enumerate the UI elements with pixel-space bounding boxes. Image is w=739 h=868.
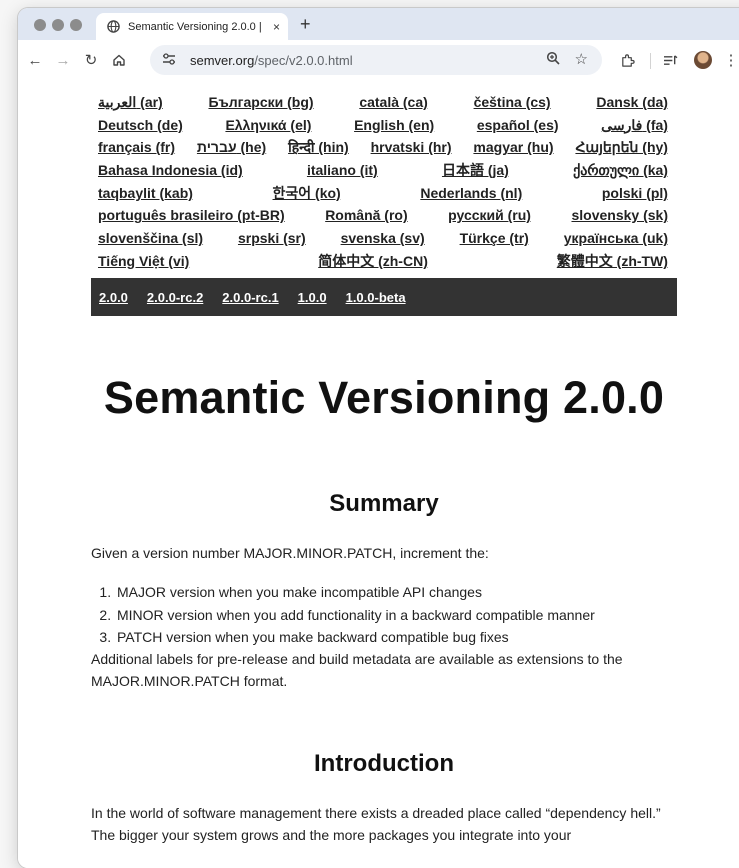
summary-intro: Given a version number MAJOR.MINOR.PATCH… xyxy=(91,545,489,561)
language-link[interactable]: русский (ru) xyxy=(448,205,531,228)
language-link[interactable]: Bahasa Indonesia (id) xyxy=(98,160,243,183)
close-window-button[interactable] xyxy=(34,19,46,31)
language-link[interactable]: Ελληνικά (el) xyxy=(225,115,311,138)
language-link[interactable]: magyar (hu) xyxy=(473,137,553,160)
language-link[interactable]: 한국어 (ko) xyxy=(273,183,341,206)
language-link[interactable]: català (ca) xyxy=(359,92,427,115)
language-link[interactable]: 繁體中文 (zh-TW) xyxy=(557,251,668,274)
reading-list-icon[interactable] xyxy=(659,49,681,71)
language-link[interactable]: français (fr) xyxy=(98,137,175,160)
bookmark-star-icon[interactable]: ☆ xyxy=(575,50,588,68)
language-row: Bahasa Indonesia (id) italiano (it) 日本語 (j… xyxy=(98,160,668,183)
summary-item-major: MAJOR version when you make incompatible… xyxy=(115,581,695,604)
more-menu-icon[interactable]: ⋮ xyxy=(720,49,739,71)
language-link[interactable]: slovenščina (sl) xyxy=(98,228,203,251)
summary-list: MAJOR version when you make incompatible… xyxy=(91,581,695,649)
language-row: Tiếng Việt (vi) 简体中文 (zh-CN) 繁體中文 (zh-TW) xyxy=(98,251,668,274)
globe-icon xyxy=(106,20,120,34)
browser-window: Semantic Versioning 2.0.0 | S × + ⌄ ← → … xyxy=(18,8,739,868)
language-link[interactable]: Tiếng Việt (vi) xyxy=(98,251,189,274)
profile-avatar[interactable] xyxy=(694,51,712,69)
version-link[interactable]: 2.0.0-rc.2 xyxy=(147,290,203,305)
language-row: français (fr) עברית (he) हिन्दी (hin) hrvat… xyxy=(98,137,668,160)
tab-strip: Semantic Versioning 2.0.0 | S × + ⌄ xyxy=(18,8,739,40)
introduction-heading: Introduction xyxy=(314,750,454,777)
reload-icon[interactable]: ↻ xyxy=(80,49,102,71)
page-content: العربية (ar) Български (bg) català (ca) češ… xyxy=(18,80,739,868)
version-link[interactable]: 1.0.0 xyxy=(298,290,327,305)
tab-close-icon[interactable]: × xyxy=(273,20,280,34)
language-link[interactable]: čeština (cs) xyxy=(474,92,551,115)
language-link[interactable]: Български (bg) xyxy=(208,92,313,115)
language-link[interactable]: ქართული (ka) xyxy=(573,160,668,183)
summary-extra: Additional labels for pre-release and bu… xyxy=(91,651,623,689)
language-link[interactable]: Հայերեն (hy) xyxy=(575,137,668,160)
language-link[interactable]: العربية (ar) xyxy=(98,92,163,115)
forward-arrow-icon[interactable]: → xyxy=(52,49,74,71)
language-row: português brasileiro (pt-BR) Română (ro) р… xyxy=(98,205,668,228)
version-link[interactable]: 2.0.0 xyxy=(99,290,128,305)
extensions-puzzle-icon[interactable] xyxy=(616,49,638,71)
language-link[interactable]: Deutsch (de) xyxy=(98,115,183,138)
language-row: Deutsch (de) Ελληνικά (el) English (en) esp… xyxy=(98,115,668,138)
language-link[interactable]: slovensky (sk) xyxy=(571,205,668,228)
new-tab-button[interactable]: + xyxy=(300,14,311,35)
page-title: Semantic Versioning 2.0.0 xyxy=(103,372,665,423)
language-link[interactable]: italiano (it) xyxy=(307,160,378,183)
zoom-icon[interactable] xyxy=(546,51,560,68)
language-link[interactable]: português brasileiro (pt-BR) xyxy=(98,205,285,228)
url-path: /spec/v2.0.0.html xyxy=(254,52,353,68)
address-bar[interactable]: semver.org/spec/v2.0.0.html ☆ xyxy=(150,45,602,75)
maximize-window-button[interactable] xyxy=(70,19,82,31)
active-tab[interactable]: Semantic Versioning 2.0.0 | S × xyxy=(96,13,288,40)
language-link[interactable]: فارسی (fa) xyxy=(601,115,668,138)
language-row: العربية (ar) Български (bg) català (ca) češ… xyxy=(98,92,668,115)
url-host: semver.org xyxy=(190,52,255,68)
language-link[interactable]: polski (pl) xyxy=(602,183,668,206)
language-links: العربية (ar) Български (bg) català (ca) češ… xyxy=(98,92,668,274)
language-link[interactable]: हिन्दी (hin) xyxy=(288,137,349,160)
url-text[interactable]: semver.org/spec/v2.0.0.html xyxy=(190,53,353,68)
language-link[interactable]: srpski (sr) xyxy=(238,228,306,251)
home-icon[interactable] xyxy=(108,49,130,71)
version-bar: 2.0.0 2.0.0-rc.2 2.0.0-rc.1 1.0.0 1.0.0-beta xyxy=(91,278,677,316)
summary-item-patch: PATCH version when you make backward com… xyxy=(115,626,695,649)
summary-item-minor: MINOR version when you add functionality… xyxy=(115,604,695,627)
language-link[interactable]: Nederlands (nl) xyxy=(420,183,522,206)
language-link[interactable]: hrvatski (hr) xyxy=(371,137,452,160)
language-link[interactable]: Română (ro) xyxy=(325,205,407,228)
version-link[interactable]: 1.0.0-beta xyxy=(346,290,406,305)
language-link[interactable]: English (en) xyxy=(354,115,434,138)
language-link[interactable]: українська (uk) xyxy=(564,228,668,251)
language-row: taqbaylit (kab) 한국어 (ko) Nederlands (nl) po… xyxy=(98,183,668,206)
toolbar-divider xyxy=(650,53,651,69)
language-row: slovenščina (sl) srpski (sr) svenska (sv) T… xyxy=(98,228,668,251)
language-link[interactable]: 简体中文 (zh-CN) xyxy=(318,251,428,274)
minimize-window-button[interactable] xyxy=(52,19,64,31)
language-link[interactable]: Dansk (da) xyxy=(596,92,668,115)
back-arrow-icon[interactable]: ← xyxy=(24,49,46,71)
version-link[interactable]: 2.0.0-rc.1 xyxy=(222,290,278,305)
language-link[interactable]: Türkçe (tr) xyxy=(460,228,529,251)
language-link[interactable]: español (es) xyxy=(477,115,559,138)
browser-toolbar: ← → ↻ semver.org/spec/v2.0.0.html ☆ ⋮ xyxy=(18,40,739,81)
site-settings-icon[interactable] xyxy=(162,52,178,68)
introduction-text: In the world of software management ther… xyxy=(91,805,661,843)
language-link[interactable]: עברית (he) xyxy=(197,137,266,160)
language-link[interactable]: 日本語 (ja) xyxy=(442,160,509,183)
language-link[interactable]: svenska (sv) xyxy=(341,228,425,251)
tab-title: Semantic Versioning 2.0.0 | S xyxy=(128,20,263,33)
language-link[interactable]: taqbaylit (kab) xyxy=(98,183,193,206)
summary-heading: Summary xyxy=(329,490,439,517)
